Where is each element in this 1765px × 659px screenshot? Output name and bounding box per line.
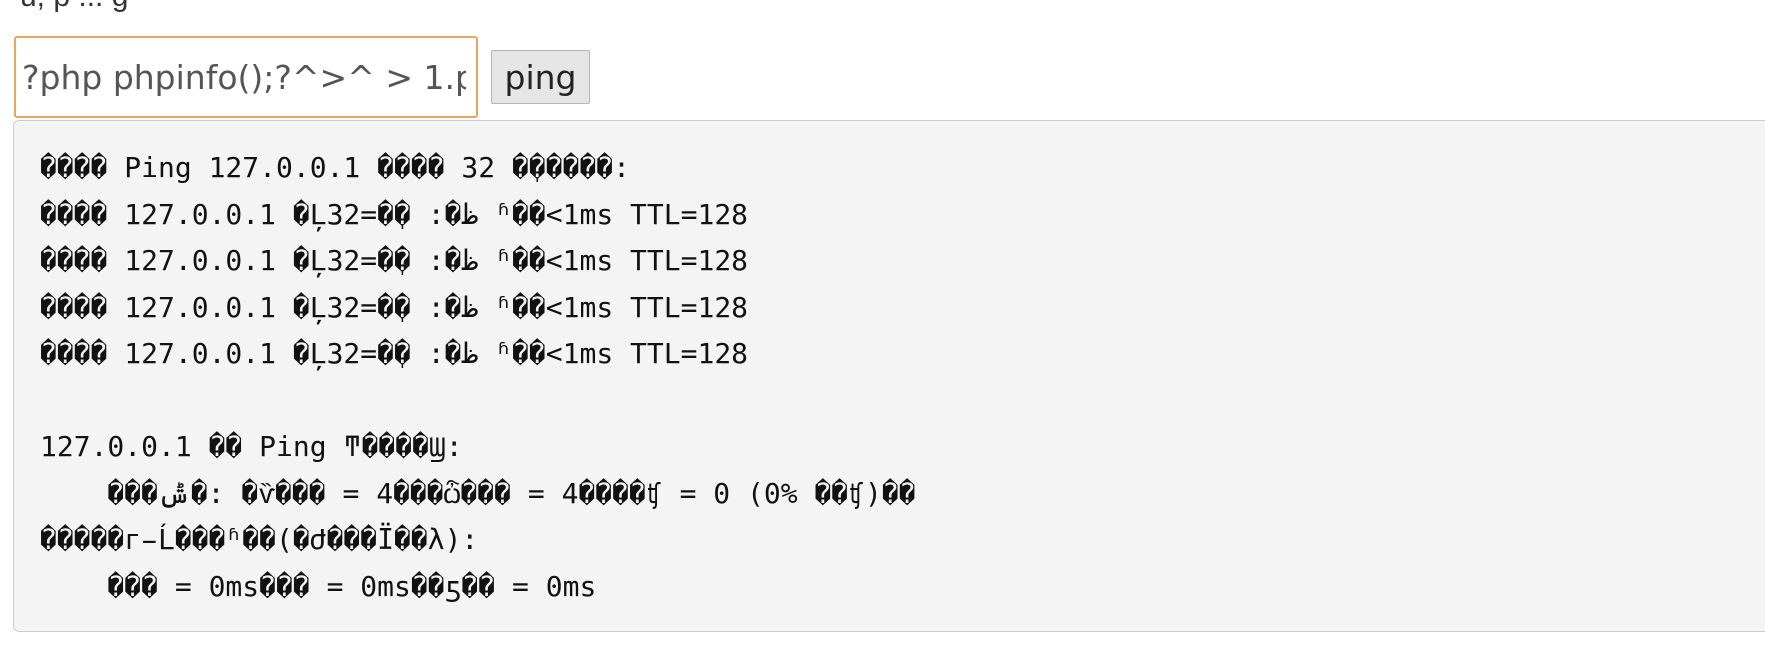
output-line: ���� 127.0.0.1 �Ļظ�: �ֽ�=32 ʱ��<1ms TTL=… (40, 244, 749, 277)
output-line: ���ݰ�: �ѷ��� = 4���ѽ��� = 4����ʧ = 0 (0%… (40, 476, 916, 510)
output-line: 127.0.0.1 �� Ping ͳ����Ϣ: (40, 430, 463, 463)
output-line: ��� = 0ms��� = 0ms��ƽ�� = 0ms (40, 569, 597, 603)
output-line: �����г̵Ĺ���ʱ��(�Ժ���Ϊ��λ): (40, 523, 479, 556)
output-line: ���� 127.0.0.1 �Ļظ�: �ֽ�=32 ʱ��<1ms TTL=… (40, 337, 749, 370)
ping-output-panel: ���� Ping 127.0.0.1 ���� 32 �ֽ�����: ���… (13, 120, 1765, 632)
output-line: ���� Ping 127.0.0.1 ���� 32 �ֽ�����: (40, 151, 631, 184)
ip-address-input[interactable] (14, 36, 478, 118)
output-line: ���� 127.0.0.1 �Ļظ�: �ֽ�=32 ʱ��<1ms TTL=… (40, 290, 749, 324)
cut-off-description-text: u, p ... g (20, 0, 128, 12)
output-line: ���� 127.0.0.1 �Ļظ�: �ֽ�=32 ʱ��<1ms TTL=… (40, 197, 749, 231)
ping-button[interactable]: ping (491, 50, 590, 104)
